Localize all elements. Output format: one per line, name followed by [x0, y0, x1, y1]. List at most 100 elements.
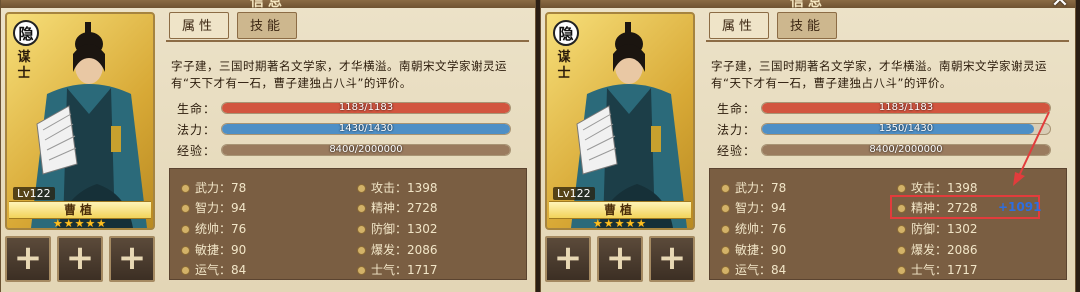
stat-luck: 运气：84 [182, 261, 246, 278]
add-icon: + [117, 238, 147, 278]
tab-attributes[interactable]: 属性 [169, 12, 229, 39]
close-button[interactable]: ✕ [1049, 0, 1071, 12]
add-icon: + [13, 238, 43, 278]
hero-portrait[interactable]: 隐 谋士 Lv122 曹植 ★★★★★ [545, 12, 695, 230]
stat-attack: 攻击：1398 [898, 179, 978, 196]
bullet-icon [898, 247, 905, 254]
bullet-icon [182, 267, 189, 274]
stat-morale: 士气：1717 [358, 261, 438, 278]
stat-defense: 防御：1302 [358, 220, 438, 237]
stat-defense: 防御：1302 [898, 220, 978, 237]
mp-row: 法力： 1350/1430 [717, 121, 1057, 137]
stat-intelligence: 智力：94 [182, 199, 246, 216]
mp-bar: 1430/1430 [221, 123, 511, 135]
hp-label: 生命： [177, 102, 217, 116]
equip-slot-3[interactable]: + [649, 236, 695, 282]
star-rating: ★★★★★ [592, 217, 648, 230]
hp-row: 生命： 1183/1183 [717, 100, 1057, 116]
tab-skills[interactable]: 技能 [777, 12, 837, 39]
panel-title: 信息 [790, 0, 826, 10]
exp-label: 经验： [177, 144, 217, 158]
stat-luck: 运气：84 [722, 261, 786, 278]
stat-command: 统帅：76 [182, 220, 246, 237]
bullet-icon [898, 226, 905, 233]
hero-description: 字子建，三国时期著名文学家，才华横溢。南朝宋文学家谢灵运有“天下才有一石，曹子建… [711, 59, 1047, 90]
exp-label: 经验： [717, 144, 757, 158]
hidden-badge: 隐 [13, 20, 39, 46]
bullet-icon [182, 226, 189, 233]
hidden-badge: 隐 [553, 20, 579, 46]
mp-row: 法力： 1430/1430 [177, 121, 517, 137]
hp-value: 1183/1183 [338, 102, 394, 113]
stats-panel: 武力：78 智力：94 统帅：76 敏捷：90 运气：84 攻击：1398 精神… [709, 168, 1067, 280]
tab-skills[interactable]: 技能 [237, 12, 297, 39]
add-icon: + [605, 238, 635, 278]
hero-info-panel-right: 信息 ✕ 隐 谋士 Lv122 曹植 ★★★★★ + + + 属性 技能 字子建… [540, 0, 1076, 292]
bullet-icon [182, 205, 189, 212]
bullet-icon [182, 185, 189, 192]
bullet-icon [722, 205, 729, 212]
stat-strength: 武力：78 [182, 179, 246, 196]
tab-divider [706, 40, 1069, 42]
mp-label: 法力： [717, 123, 757, 137]
bullet-icon [358, 185, 365, 192]
stat-command: 统帅：76 [722, 220, 786, 237]
class-tag: 谋士 [17, 50, 31, 81]
equip-slot-2[interactable]: + [597, 236, 643, 282]
hp-row: 生命： 1183/1183 [177, 100, 517, 116]
stat-morale: 士气：1717 [898, 261, 978, 278]
exp-value: 8400/2000000 [329, 144, 403, 155]
stat-spirit: 精神：2728 [358, 199, 438, 216]
equip-slot-1[interactable]: + [545, 236, 591, 282]
stats-panel: 武力：78 智力：94 统帅：76 敏捷：90 运气：84 攻击：1398 精神… [169, 168, 527, 280]
bullet-icon [898, 185, 905, 192]
bullet-icon [182, 247, 189, 254]
hp-bar: 1183/1183 [221, 102, 511, 114]
spirit-bonus-value: +1091 [998, 200, 1042, 214]
tab-divider [166, 40, 529, 42]
exp-bar: 8400/2000000 [761, 144, 1051, 156]
mp-label: 法力： [177, 123, 217, 137]
mp-value: 1350/1430 [878, 123, 934, 134]
bullet-icon [358, 247, 365, 254]
stat-agility: 敏捷：90 [182, 241, 246, 258]
hp-value: 1183/1183 [878, 102, 934, 113]
hero-info-panel-left: 信息 隐 谋士 Lv122 曹植 ★★★★★ + + + 属性 技能 字子建，三… [0, 0, 536, 292]
exp-row: 经验： 8400/2000000 [717, 142, 1057, 158]
mp-bar: 1350/1430 [761, 123, 1051, 135]
star-rating: ★★★★★ [52, 217, 108, 230]
bullet-icon [358, 267, 365, 274]
bullet-icon [722, 185, 729, 192]
equip-slot-3[interactable]: + [109, 236, 155, 282]
equip-slot-1[interactable]: + [5, 236, 51, 282]
stat-burst: 爆发：2086 [358, 241, 438, 258]
bullet-icon [722, 267, 729, 274]
panel-title: 信息 [250, 0, 286, 10]
title-bar: 信息 [1, 0, 535, 10]
add-icon: + [65, 238, 95, 278]
level-label: Lv122 [13, 187, 55, 200]
tab-attributes[interactable]: 属性 [709, 12, 769, 39]
equip-slot-2[interactable]: + [57, 236, 103, 282]
hero-description: 字子建，三国时期著名文学家，才华横溢。南朝宋文学家谢灵运有“天下才有一石，曹子建… [171, 59, 507, 90]
stat-agility: 敏捷：90 [722, 241, 786, 258]
hero-portrait[interactable]: 隐 谋士 Lv122 曹植 ★★★★★ [5, 12, 155, 230]
bullet-icon [358, 205, 365, 212]
bullet-icon [722, 226, 729, 233]
bullet-icon [898, 267, 905, 274]
stat-burst: 爆发：2086 [898, 241, 978, 258]
add-icon: + [553, 238, 583, 278]
exp-row: 经验： 8400/2000000 [177, 142, 517, 158]
hp-bar: 1183/1183 [761, 102, 1051, 114]
bullet-icon [358, 226, 365, 233]
stat-strength: 武力：78 [722, 179, 786, 196]
stat-attack: 攻击：1398 [358, 179, 438, 196]
add-icon: + [657, 238, 687, 278]
level-label: Lv122 [553, 187, 595, 200]
class-tag: 谋士 [557, 50, 571, 81]
stat-intelligence: 智力：94 [722, 199, 786, 216]
title-bar: 信息 [541, 0, 1075, 10]
exp-bar: 8400/2000000 [221, 144, 511, 156]
bullet-icon [722, 247, 729, 254]
hp-label: 生命： [717, 102, 757, 116]
